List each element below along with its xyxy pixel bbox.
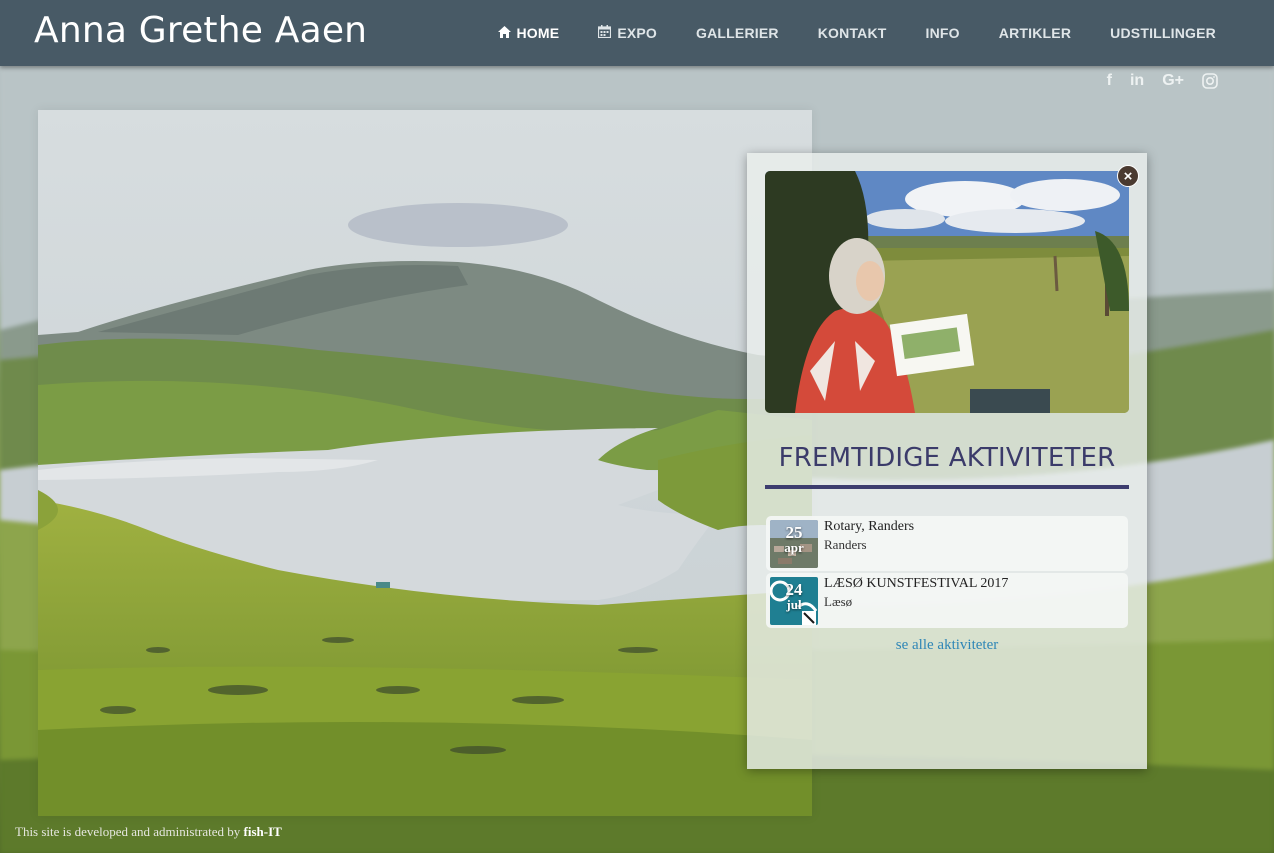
heading-divider — [765, 485, 1129, 489]
site-title[interactable]: Anna Grethe Aaen — [34, 10, 367, 51]
nav-item-expo[interactable]: EXPO — [598, 25, 657, 41]
event-title: LÆSØ KUNSTFESTIVAL 2017 — [824, 576, 1009, 591]
instagram-icon[interactable] — [1202, 72, 1218, 90]
nav-label-home: HOME — [516, 25, 560, 41]
social-links: f in G+ — [1089, 72, 1218, 90]
nav-item-gallerier[interactable]: GALLERIER — [696, 25, 779, 41]
event-date-badge: 25 apr — [770, 524, 818, 554]
artist-photo — [765, 171, 1129, 413]
googleplus-icon[interactable]: G+ — [1162, 72, 1184, 90]
event-title: Rotary, Randers — [824, 519, 915, 534]
event-date-badge: 24 jul — [770, 581, 818, 611]
calendar-icon — [598, 25, 612, 41]
see-all-activities-link[interactable]: se alle aktiviteter — [765, 637, 1129, 654]
event-location: Læsø — [824, 594, 853, 609]
footer: This site is developed and administrated… — [15, 824, 282, 840]
event-item[interactable]: 24 jul LÆSØ KUNSTFESTIVAL 2017 Læsø — [766, 573, 1128, 628]
event-location: Randers — [824, 537, 867, 552]
event-item[interactable]: 25 apr Rotary, Randers Randers — [766, 516, 1128, 571]
footer-text: This site is developed and administrated… — [15, 824, 241, 839]
home-icon — [497, 25, 511, 41]
nav-item-home[interactable]: HOME — [497, 25, 560, 41]
facebook-icon[interactable]: f — [1107, 72, 1112, 90]
events-list: 25 apr Rotary, Randers Randers 24 jul LÆ… — [766, 516, 1128, 630]
nav-item-udstillinger[interactable]: UDSTILLINGER — [1110, 25, 1216, 41]
linkedin-icon[interactable]: in — [1130, 72, 1144, 90]
main-nav: HOME EXPO GALLERIER KONTAKT INFO ARTIKLE… — [459, 0, 1217, 66]
event-month: jul — [786, 597, 802, 612]
event-month: apr — [784, 540, 804, 555]
activities-heading: FREMTIDIGE AKTIVITETER — [778, 443, 1116, 473]
nav-item-info[interactable]: INFO — [926, 25, 960, 41]
close-button[interactable]: × — [1117, 165, 1139, 187]
event-day: 24 — [785, 580, 803, 599]
featured-painting — [38, 110, 812, 816]
event-day: 25 — [785, 523, 803, 542]
activities-panel: × FREMTIDIGE AKTIVITETER 25 apr Rotary, … — [747, 153, 1147, 769]
nav-label-expo: EXPO — [617, 25, 658, 41]
footer-developer-link[interactable]: fish-IT — [244, 824, 282, 839]
header-bar: Anna Grethe Aaen HOME EXPO GALLERIER KON… — [0, 0, 1274, 66]
nav-item-kontakt[interactable]: KONTAKT — [818, 25, 887, 41]
nav-item-artikler[interactable]: ARTIKLER — [999, 25, 1071, 41]
